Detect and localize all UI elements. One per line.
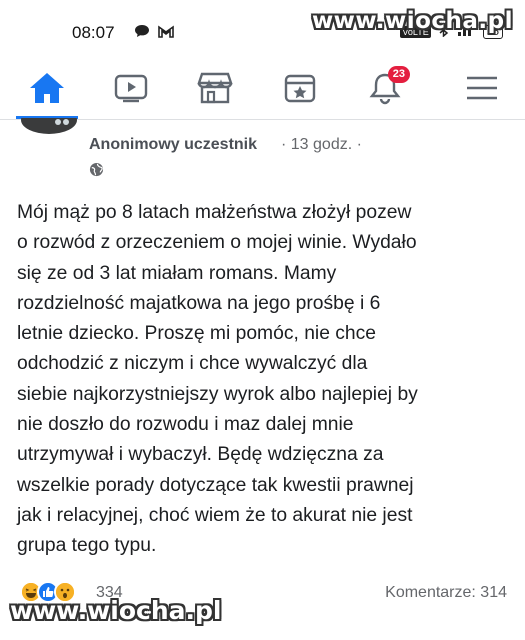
post-text-line: utrzymywał i wybaczył. Będę wdzięczna za [17,444,384,466]
notification-badge: 23 [387,66,410,83]
watermark-bottom: www.wiocha.pl [10,596,222,625]
nav-home[interactable] [22,68,72,112]
post-text-line: grupa tego typu. [17,535,157,557]
news-icon [283,72,317,109]
post-text-line: wszelkie porady dotyczące tak kwestii pr… [17,474,414,496]
nav-menu[interactable] [457,68,507,112]
post-text-line: jak i relacyjnej, choć wiem że to akurat… [17,504,413,526]
marketplace-icon [196,71,234,110]
post-text-line: letnie dziecko. Proszę mi pomóc, nie chc… [17,323,377,345]
status-bar: 08:07 VoLTE 55 www.wiocha.pl [0,0,525,62]
watermark-top: www.wiocha.pl [311,8,513,34]
post-timestamp[interactable]: · 13 godz. · [281,136,362,154]
post-text: Mój mąż po 8 latach małżeństwa złożył po… [17,198,513,562]
post-text-line: nie doszło do rozwodu i maz dalej mnie [17,414,354,436]
status-notification-icons [134,24,174,43]
menu-icon [465,74,499,107]
chat-bubble-icon [134,24,150,43]
globe-icon [89,162,104,182]
top-nav-bar: 23 [0,62,525,120]
post-text-line: się ze od 3 lat miałam romans. Mamy [17,262,337,284]
post-text-line: o rozwód z orzeczeniem o mojej winie. Wy… [17,232,417,254]
status-time: 08:07 [72,23,115,42]
post-author[interactable]: Anonimowy uczestnik [89,136,257,154]
post-text-line: odchodzić z niczym i chce wywalczyć dla [17,353,368,375]
comments-count[interactable]: Komentarze: 314 [385,584,507,602]
nav-video[interactable] [106,68,156,112]
nav-news[interactable] [275,68,325,112]
post-text-line: Mój mąż po 8 latach małżeństwa złożył po… [17,202,412,223]
post-text-line: rozdzielność majatkowa na jego prośbę i … [17,292,381,314]
home-icon [28,71,66,110]
gmail-icon [158,24,174,43]
video-icon [113,73,149,108]
nav-notifications[interactable]: 23 [360,66,410,112]
post-text-line: siebie najkorzystniejszy wyrok albo najl… [17,383,418,405]
nav-marketplace[interactable] [190,68,240,112]
avatar[interactable] [20,118,78,138]
